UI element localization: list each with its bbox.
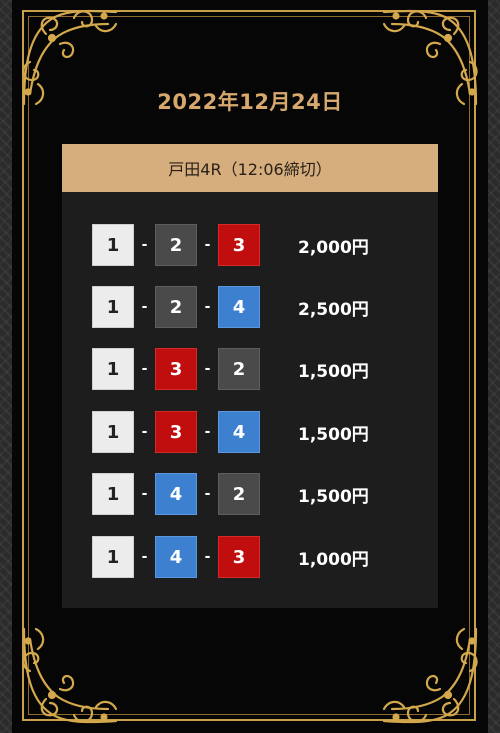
separator: - bbox=[141, 237, 148, 253]
bet-row: 1 - 2 - 4 2,500円 bbox=[92, 285, 422, 329]
separator: - bbox=[141, 424, 148, 440]
separator: - bbox=[141, 549, 148, 565]
bet-amount: 1,500円 bbox=[298, 486, 369, 507]
separator: - bbox=[204, 549, 211, 565]
boat-number-box: 2 bbox=[155, 224, 197, 266]
separator: - bbox=[141, 486, 148, 502]
bet-amount: 2,000円 bbox=[298, 237, 369, 258]
boat-number-box: 2 bbox=[218, 473, 260, 515]
boat-number-box: 3 bbox=[155, 411, 197, 453]
boat-number-box: 1 bbox=[92, 348, 134, 390]
boat-number-box: 2 bbox=[155, 286, 197, 328]
separator: - bbox=[204, 237, 211, 253]
boat-number-box: 2 bbox=[218, 348, 260, 390]
bet-row: 1 - 3 - 4 1,500円 bbox=[92, 410, 422, 454]
boat-number-box: 4 bbox=[155, 473, 197, 515]
separator: - bbox=[204, 424, 211, 440]
boat-number-box: 1 bbox=[92, 411, 134, 453]
separator: - bbox=[141, 299, 148, 315]
boat-number-box: 1 bbox=[92, 473, 134, 515]
page-title-date: 2022年12月24日 bbox=[157, 90, 343, 114]
boat-number-box: 3 bbox=[155, 348, 197, 390]
bet-amount: 1,500円 bbox=[298, 424, 369, 445]
bet-row: 1 - 2 - 3 2,000円 bbox=[92, 223, 422, 267]
bet-amount: 1,500円 bbox=[298, 361, 369, 382]
bet-amount: 1,000円 bbox=[298, 549, 369, 570]
separator: - bbox=[204, 486, 211, 502]
boat-number-box: 1 bbox=[92, 536, 134, 578]
race-header: 戸田4R（12:06締切） bbox=[62, 144, 438, 192]
boat-number-box: 3 bbox=[218, 536, 260, 578]
bet-amount: 2,500円 bbox=[298, 299, 369, 320]
separator: - bbox=[204, 361, 211, 377]
bet-row: 1 - 3 - 2 1,500円 bbox=[92, 347, 422, 391]
bets-panel: 1 - 2 - 3 2,000円 1 - 2 - 4 2,500円 1 - 3 … bbox=[62, 192, 438, 608]
corner-ornament-icon bbox=[382, 627, 478, 724]
bet-row: 1 - 4 - 3 1,000円 bbox=[92, 535, 422, 579]
boat-number-box: 3 bbox=[218, 224, 260, 266]
bet-row: 1 - 4 - 2 1,500円 bbox=[92, 472, 422, 516]
separator: - bbox=[204, 299, 211, 315]
boat-number-box: 4 bbox=[155, 536, 197, 578]
boat-number-box: 1 bbox=[92, 286, 134, 328]
boat-number-box: 4 bbox=[218, 411, 260, 453]
separator: - bbox=[141, 361, 148, 377]
boat-number-box: 1 bbox=[92, 224, 134, 266]
corner-ornament-icon bbox=[22, 627, 118, 724]
boat-number-box: 4 bbox=[218, 286, 260, 328]
